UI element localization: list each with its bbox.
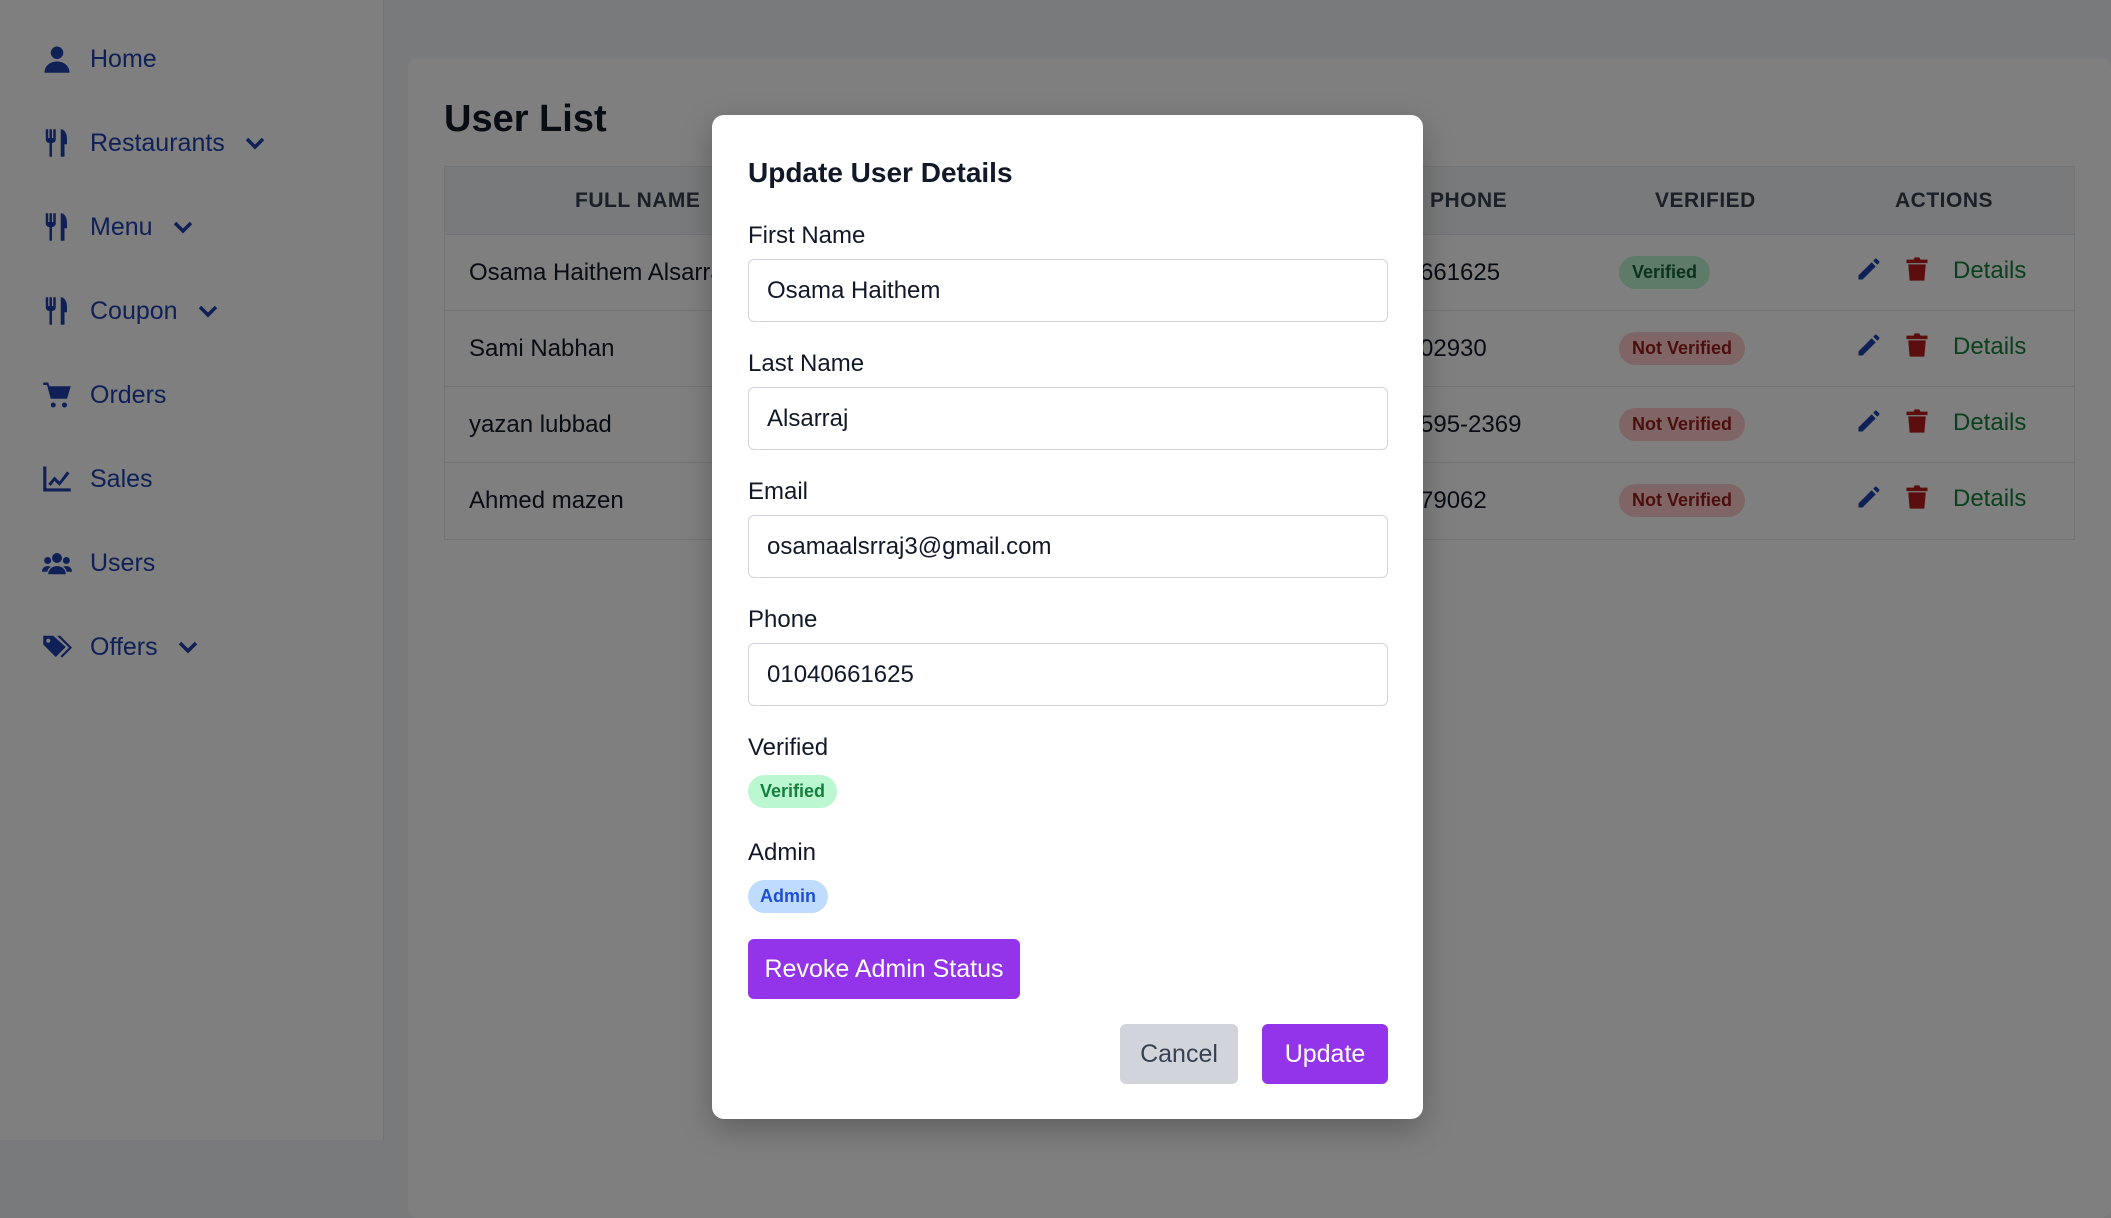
update-user-modal: Update User Details First Name Last Name…: [712, 115, 1423, 1119]
modal-title: Update User Details: [748, 157, 1013, 188]
cancel-button[interactable]: Cancel: [1120, 1024, 1238, 1084]
last-name-input[interactable]: [748, 387, 1388, 450]
first-name-label: First Name: [748, 222, 866, 249]
admin-badge: Admin: [748, 880, 828, 913]
admin-label: Admin: [748, 839, 817, 866]
phone-input[interactable]: [748, 643, 1388, 706]
verified-badge: Verified: [748, 775, 838, 808]
verified-label: Verified: [748, 734, 829, 761]
email-input[interactable]: [748, 515, 1388, 578]
update-button[interactable]: Update: [1262, 1024, 1388, 1084]
last-name-label: Last Name: [748, 350, 865, 377]
phone-label: Phone: [748, 606, 818, 633]
email-label: Email: [748, 478, 809, 505]
revoke-admin-button[interactable]: Revoke Admin Status: [748, 939, 1020, 999]
first-name-input[interactable]: [748, 259, 1388, 322]
